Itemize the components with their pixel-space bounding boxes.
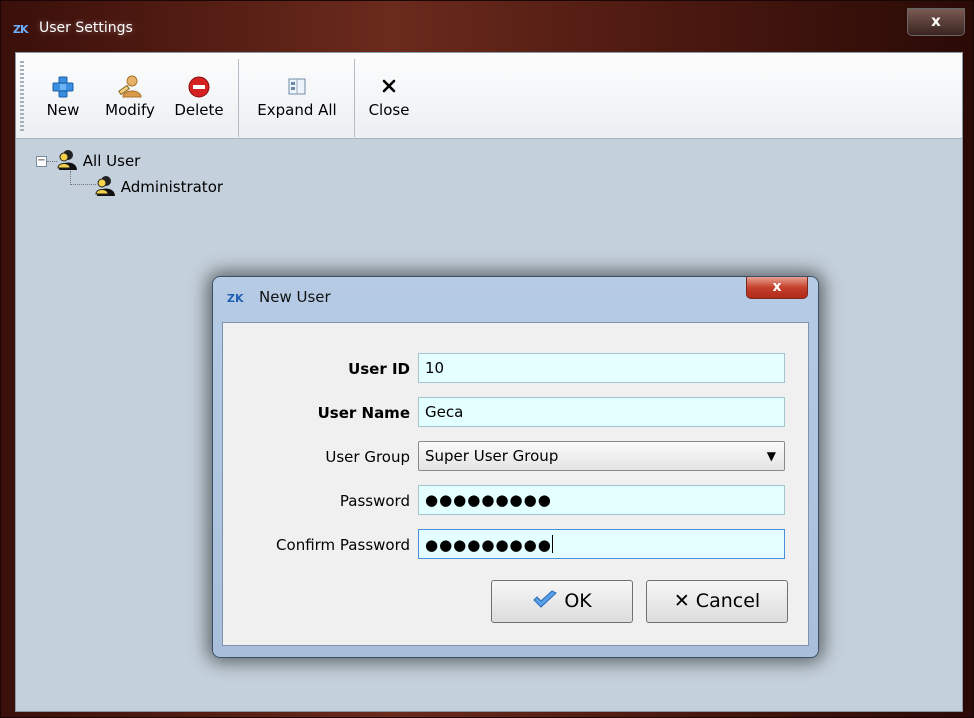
tree-connector <box>70 171 96 185</box>
user-group-icon <box>95 176 115 196</box>
window-close-button[interactable]: x <box>907 8 965 36</box>
app-logo: ZK <box>13 23 28 36</box>
expand-all-button[interactable]: Expand All <box>248 75 346 129</box>
new-user-dialog: ZK New User x User ID 10 User Name Geca … <box>212 276 819 658</box>
ok-label: OK <box>564 590 592 612</box>
user-group-select[interactable]: Super User Group ▼ <box>418 441 785 471</box>
cancel-button[interactable]: ✕ Cancel <box>646 580 788 623</box>
user-group-label: User Group <box>325 448 410 466</box>
close-button[interactable]: Close <box>364 75 414 129</box>
tree-node-administrator[interactable]: Administrator <box>94 175 223 197</box>
toolbar-separator <box>238 59 239 137</box>
tree-collapse-toggle[interactable]: − <box>36 156 47 167</box>
confirm-password-field[interactable]: ●●●●●●●●● <box>418 529 785 559</box>
close-label: Close <box>368 101 410 119</box>
dialog-body: User ID 10 User Name Geca User Group Sup… <box>222 322 809 646</box>
user-name-label: User Name <box>317 404 410 422</box>
new-button[interactable]: New <box>38 75 88 129</box>
modify-button[interactable]: Modify <box>96 75 164 129</box>
user-id-label: User ID <box>348 360 410 378</box>
no-entry-icon <box>188 76 210 98</box>
password-label: Password <box>339 492 410 510</box>
confirm-password-label: Confirm Password <box>276 536 410 554</box>
x-icon: ✕ <box>673 590 690 612</box>
user-group-value: Super User Group <box>425 447 559 465</box>
close-icon: x <box>931 12 941 30</box>
expand-icon <box>288 78 306 95</box>
user-name-field[interactable]: Geca <box>418 397 785 427</box>
user-group-icon <box>57 150 77 170</box>
plus-icon <box>52 76 74 98</box>
toolbar-separator <box>354 59 355 137</box>
toolbar: New Modify Delete Expand All Close <box>16 53 962 139</box>
tree-node-all-user[interactable]: All User <box>56 149 140 171</box>
dialog-close-button[interactable]: x <box>746 277 808 299</box>
minus-icon: − <box>37 155 46 166</box>
toolbar-grip[interactable] <box>20 61 24 131</box>
checkmark-icon <box>533 590 558 608</box>
cancel-label: Cancel <box>695 590 761 612</box>
window-title: User Settings <box>39 20 133 36</box>
dialog-logo: ZK <box>227 292 244 305</box>
expand-all-label: Expand All <box>257 101 337 119</box>
new-label: New <box>46 101 80 119</box>
dialog-title: New User <box>259 288 331 306</box>
close-icon: x <box>772 279 782 295</box>
user-id-field[interactable]: 10 <box>418 353 785 383</box>
password-field[interactable]: ●●●●●●●●● <box>418 485 785 515</box>
delete-button[interactable]: Delete <box>168 75 230 129</box>
delete-label: Delete <box>174 101 224 119</box>
ok-button[interactable]: OK <box>491 580 633 623</box>
user-settings-window: ZK User Settings x New Modify Delete Exp… <box>0 0 974 718</box>
title-bar: ZK User Settings x <box>1 1 974 51</box>
tree-node-label: All User <box>82 152 141 170</box>
text-caret <box>551 535 553 553</box>
confirm-password-value: ●●●●●●●●● <box>425 536 552 554</box>
tree-node-label: Administrator <box>120 178 224 196</box>
user-edit-icon <box>118 75 142 98</box>
chevron-down-icon: ▼ <box>766 449 776 463</box>
x-icon <box>382 79 396 93</box>
modify-label: Modify <box>105 101 155 119</box>
